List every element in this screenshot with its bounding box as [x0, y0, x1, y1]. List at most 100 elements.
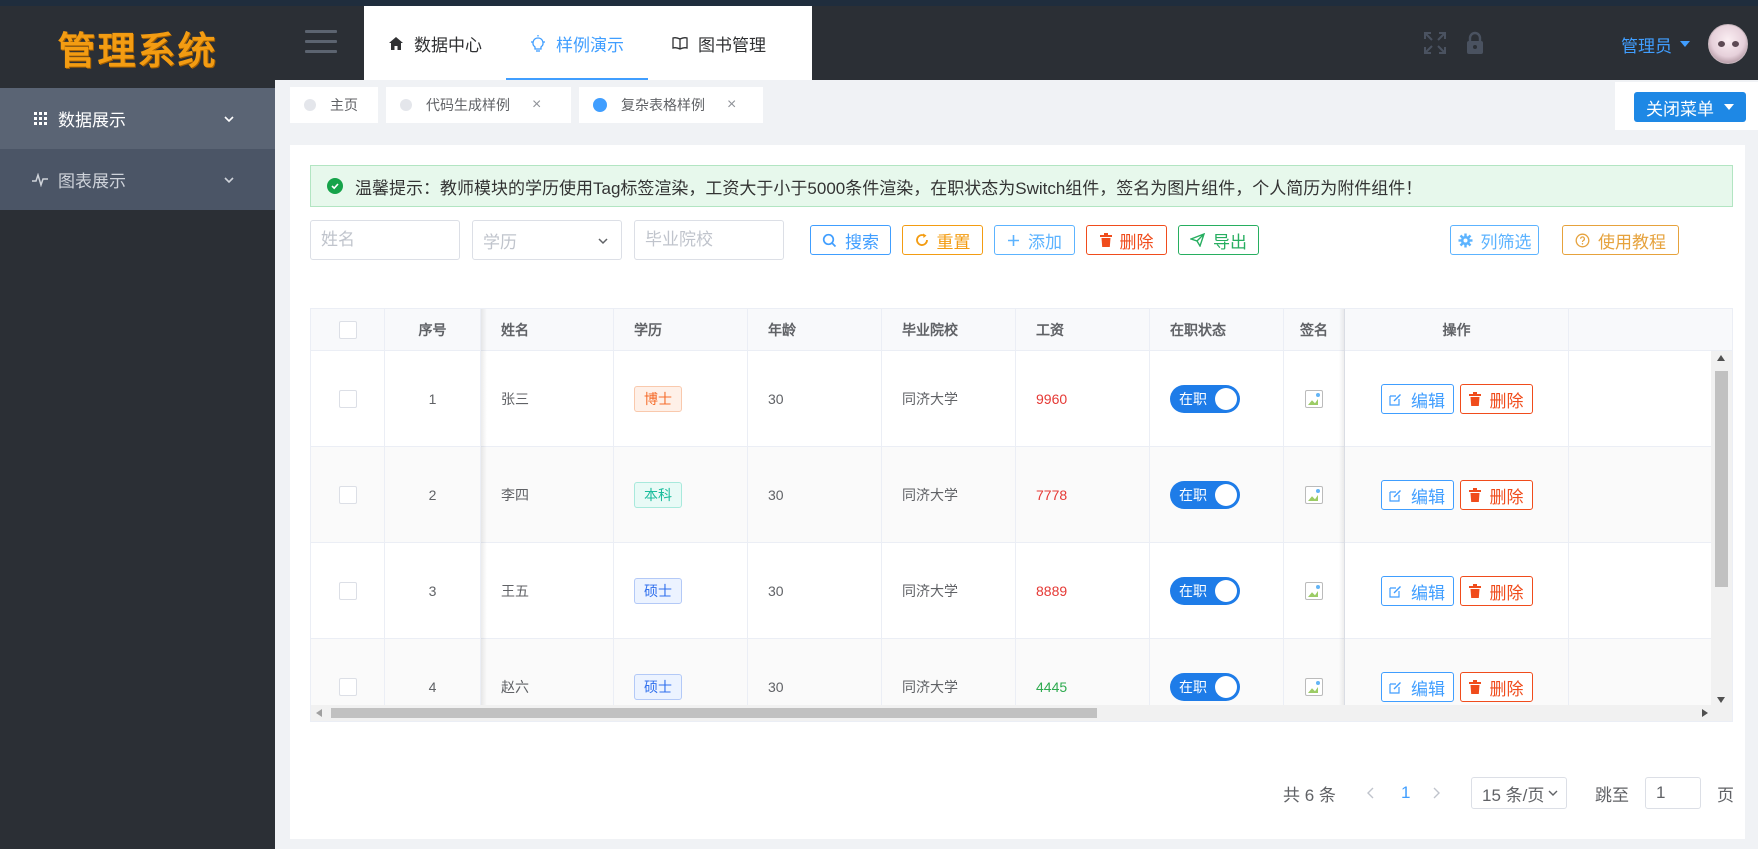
close-icon[interactable]: × — [727, 96, 736, 114]
row-checkbox[interactable] — [338, 678, 357, 696]
export-button-label: 导出 — [1213, 232, 1247, 252]
table-row: 2 李四 本科 30 同济大学 7778 在职 编辑 删除 — [311, 447, 1713, 543]
scroll-left-icon[interactable] — [316, 709, 322, 717]
close-icon[interactable]: × — [532, 96, 541, 114]
reset-button[interactable]: 重置 — [902, 225, 983, 255]
status-switch[interactable]: 在职 — [1170, 481, 1240, 509]
topnav-item-data-center[interactable]: 数据中心 — [364, 6, 506, 80]
status-switch[interactable]: 在职 — [1170, 577, 1240, 605]
row-delete-button[interactable]: 删除 — [1459, 480, 1533, 510]
navbar-icons — [1422, 30, 1488, 56]
signature-image-icon[interactable] — [1305, 582, 1323, 600]
user-menu[interactable]: 管理员 — [1621, 24, 1748, 64]
bulb-icon — [531, 34, 545, 52]
trash-icon — [1468, 680, 1481, 694]
tag-label: 主页 — [330, 97, 358, 113]
cell-actions: 编辑 删除 — [1345, 543, 1569, 639]
scroll-up-icon[interactable] — [1717, 355, 1725, 361]
cell-signature — [1284, 351, 1345, 447]
education-select[interactable]: 学历 — [472, 220, 622, 260]
column-filter-button[interactable]: 列筛选 — [1450, 225, 1539, 255]
row-delete-button[interactable]: 删除 — [1459, 672, 1533, 702]
status-switch[interactable]: 在职 — [1170, 385, 1240, 413]
row-delete-button[interactable]: 删除 — [1459, 576, 1533, 606]
cell-index: 2 — [385, 447, 481, 543]
signature-image-icon[interactable] — [1305, 486, 1323, 504]
next-page-icon[interactable] — [1431, 777, 1441, 809]
horizontal-scroll-thumb[interactable] — [331, 708, 1097, 718]
tutorial-label: 使用教程 — [1598, 232, 1666, 252]
tip-text: 温馨提示：教师模块的学历使用Tag标签渲染，工资大于小于5000条件渲染，在职状… — [355, 178, 1423, 198]
delete-label: 删除 — [1489, 679, 1524, 699]
tutorial-button[interactable]: 使用教程 — [1562, 225, 1679, 255]
success-check-icon — [327, 178, 343, 194]
add-button-label: 添加 — [1028, 232, 1062, 252]
help-circle-icon — [1575, 233, 1590, 247]
search-button[interactable]: 搜索 — [810, 225, 891, 255]
scroll-down-icon[interactable] — [1717, 697, 1725, 703]
cell-status: 在职 — [1150, 351, 1284, 447]
avatar[interactable] — [1708, 24, 1748, 64]
fixed-column-shadow — [1339, 309, 1345, 721]
trash-icon — [1468, 584, 1481, 598]
cell-education: 博士 — [614, 351, 748, 447]
row-checkbox[interactable] — [338, 390, 357, 408]
row-checkbox[interactable] — [338, 486, 357, 504]
prev-page-icon[interactable] — [1366, 777, 1376, 809]
row-delete-button[interactable]: 删除 — [1459, 384, 1533, 414]
add-button[interactable]: 添加 — [994, 225, 1075, 255]
horizontal-scrollbar[interactable] — [311, 705, 1732, 721]
vertical-scrollbar[interactable] — [1711, 351, 1732, 707]
education-tag: 本科 — [634, 482, 682, 508]
hamburger-menu-icon[interactable] — [305, 30, 337, 56]
school-input[interactable] — [645, 230, 783, 250]
name-input[interactable] — [321, 230, 459, 250]
education-tag: 硕士 — [634, 578, 682, 604]
select-all-checkbox[interactable] — [338, 321, 357, 339]
chevron-down-icon — [224, 115, 234, 122]
row-checkbox[interactable] — [338, 582, 357, 600]
vertical-scroll-thumb[interactable] — [1715, 371, 1728, 587]
signature-image-icon[interactable] — [1305, 678, 1323, 696]
page-size-select[interactable]: 15 条/页 — [1471, 777, 1567, 809]
tag-home[interactable]: 主页 — [290, 87, 378, 123]
cell-school: 同济大学 — [882, 351, 1016, 447]
close-menu-wrap: 关闭菜单 — [1615, 82, 1758, 130]
goto-page-input[interactable] — [1656, 783, 1696, 803]
search-icon — [822, 233, 837, 247]
edit-button[interactable]: 编辑 — [1380, 576, 1454, 606]
name-input-wrap — [310, 220, 460, 260]
edit-button[interactable]: 编辑 — [1380, 384, 1454, 414]
trash-icon — [1468, 392, 1481, 406]
navbar: 数据中心 样例演示 图书管理 管理员 — [275, 6, 1758, 80]
lock-icon[interactable] — [1462, 30, 1488, 56]
send-icon — [1190, 233, 1205, 247]
fixed-column-shadow — [481, 309, 487, 721]
tag-complex-table-example[interactable]: 复杂表格样例 × — [579, 87, 763, 123]
delete-label: 删除 — [1489, 487, 1524, 507]
edit-icon — [1389, 585, 1401, 598]
scroll-right-icon[interactable] — [1702, 709, 1708, 717]
status-switch[interactable]: 在职 — [1170, 673, 1240, 701]
book-icon — [672, 37, 688, 50]
main-card: 温馨提示：教师模块的学历使用Tag标签渲染，工资大于小于5000条件渲染，在职状… — [290, 145, 1745, 839]
topnav-item-book-management[interactable]: 图书管理 — [648, 6, 790, 80]
topnav-item-label: 数据中心 — [414, 35, 482, 55]
fullscreen-icon[interactable] — [1422, 30, 1448, 56]
export-button[interactable]: 导出 — [1178, 225, 1259, 255]
tag-code-gen-example[interactable]: 代码生成样例 × — [386, 87, 571, 123]
user-name: 管理员 — [1621, 36, 1672, 56]
topnav-item-examples[interactable]: 样例演示 — [506, 6, 648, 80]
edit-button[interactable]: 编辑 — [1380, 672, 1454, 702]
sidebar-item-data-display[interactable]: 数据展示 — [0, 88, 275, 149]
delete-label: 删除 — [1489, 583, 1524, 603]
signature-image-icon[interactable] — [1305, 390, 1323, 408]
goto-label: 跳至 — [1595, 785, 1629, 805]
page-number[interactable]: 1 — [1401, 777, 1410, 809]
goto-input-wrap — [1645, 777, 1701, 809]
sidebar-item-chart-display[interactable]: 图表展示 — [0, 149, 275, 210]
delete-button[interactable]: 删除 — [1086, 225, 1167, 255]
edit-button[interactable]: 编辑 — [1380, 480, 1454, 510]
header-education: 学历 — [614, 309, 748, 351]
close-menu-button[interactable]: 关闭菜单 — [1634, 92, 1746, 122]
